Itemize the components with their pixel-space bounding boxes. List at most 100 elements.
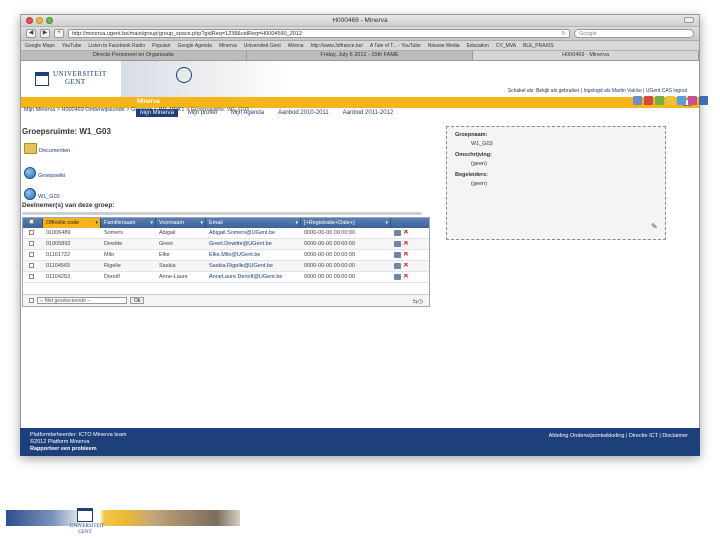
select-all-header-checkbox[interactable] [29,219,34,224]
table-cell: Denolf [104,274,120,280]
column-header[interactable]: Voornaam ▾ [156,218,206,228]
delete-icon[interactable]: ✕ [403,263,409,269]
column-header[interactable]: Officiële code ▾ [43,218,101,228]
site-name[interactable]: Minerva [137,99,160,105]
building-icon [35,72,49,86]
search-input[interactable]: Google [574,29,694,38]
header-checkbox-cell[interactable] [23,218,43,228]
table-row: 01005892 Dewitte Greet Greet.Dewitte@UGent.… [23,239,429,250]
row-checkbox[interactable] [29,229,34,235]
delete-icon[interactable]: ✕ [403,230,409,236]
link-groupwiki[interactable]: Groepswiki [24,167,65,179]
bookmark-item[interactable]: YouTube [62,43,82,49]
sort-icon[interactable]: ▾ [95,218,98,228]
export-icon[interactable]: ⇆◷ [413,298,423,305]
breadcrumb-item[interactable]: Groepen [131,107,152,113]
back-icon[interactable]: ◀ [26,29,36,38]
table-cell: 0000-00-00 00:00:00 [304,241,356,247]
delete-icon[interactable]: ✕ [403,274,409,280]
info-icon[interactable] [699,96,708,105]
group-info-panel: Groepnaam: W1_G03 Omschrijving: (geen) B… [446,126,666,240]
bookmark-item[interactable]: Universiteit Gent [244,43,281,49]
window-title: H000469 - Minerva [332,17,388,24]
table-cell: 01104565 [46,263,71,269]
delete-icon[interactable]: ✕ [403,241,409,247]
stats-icon[interactable] [655,96,664,105]
delete-icon[interactable]: ✕ [403,252,409,258]
toolbar-toggle-icon[interactable] [684,17,694,23]
divider [22,212,422,215]
edit-icon[interactable]: ✎ [651,223,658,231]
members-title: Deelnemer(s) van deze groep: [22,202,115,209]
edit-user-icon[interactable] [394,230,401,236]
sort-icon[interactable]: ▾ [295,218,298,228]
browser-tab[interactable]: H000469 - Minerva [473,51,699,60]
edit-user-icon[interactable] [394,252,401,258]
bookmark-item[interactable]: BLE_PRAXIS [523,43,554,49]
sort-icon[interactable]: ▾ [200,218,203,228]
calendar-icon[interactable] [633,96,642,105]
breadcrumb-item[interactable]: Mijn Minerva [24,107,55,113]
row-checkbox[interactable] [29,273,34,279]
bookmark-item[interactable]: Nieuwe Media [428,43,460,49]
row-checkbox[interactable] [29,251,34,257]
column-header[interactable]: Familienaam ▾ [101,218,156,228]
bookmark-item[interactable]: Athena [288,43,304,49]
edit-user-icon[interactable] [394,274,401,280]
sort-icon[interactable]: ▾ [150,218,153,228]
link-documents[interactable]: Documenten [24,143,70,154]
address-bar[interactable]: http://minerva.ugent.be/main/group/group… [68,29,570,38]
table-row: 01101722 Milo Elke Elke.Milo@UGent.be 0000-0… [23,250,429,261]
row-actions: ✕ [391,230,409,236]
report-problem-link[interactable]: Rapporteer een probleem [30,446,690,453]
people-icon[interactable] [688,96,697,105]
email-link[interactable]: Elke.Milo@UGent.be [206,252,301,258]
link-group-wiki-page[interactable]: W1_G03 [24,188,60,200]
forward-icon[interactable]: ▶ [40,29,50,38]
row-checkbox[interactable] [29,262,34,268]
breadcrumb-item[interactable]: H000469 Onderwijskunde [61,107,124,113]
select-all-checkbox[interactable] [29,298,34,303]
ugent-logo[interactable]: UNIVERSITEIT GENT [35,66,117,92]
bookmark-item[interactable]: Minerva [219,43,237,49]
header-banner [121,61,291,97]
email-link[interactable]: Abigail.Somers@UGent.be [206,230,301,236]
sort-icon[interactable]: ▾ [385,218,388,228]
table-header: Officiële code ▾ Familienaam ▾ Voornaam ▾ Emai… [23,218,429,228]
edit-user-icon[interactable] [394,263,401,269]
table-cell: Abigail [159,230,176,236]
user-links[interactable]: Ingelogd als Martin Valcke | UGent CAS l… [584,88,687,94]
notes-icon[interactable] [666,96,675,105]
help-icon[interactable] [677,96,686,105]
column-header[interactable]: [+Registratie+Date+] ▾ [301,218,391,228]
bookmark-item[interactable]: Populair [152,43,170,49]
add-bookmark-icon[interactable]: + [54,29,64,38]
pdf-icon[interactable] [644,96,653,105]
bookmark-item[interactable]: Education [467,43,489,49]
nav-item[interactable]: Aanbod 2010-2011 [274,109,333,117]
bookmark-item[interactable]: Google Maps [25,43,55,49]
footer-links[interactable]: Afdeling Onderwijsontwikkeling | Directi… [549,433,688,439]
breadcrumb-item[interactable]: W1_PRK1 [159,107,185,113]
reload-icon[interactable]: ↻ [561,30,566,37]
column-header[interactable]: Email ▾ [206,218,301,228]
bookmark-item[interactable]: CV_MVA [496,43,516,49]
edit-user-icon[interactable] [394,241,401,247]
bookmark-item[interactable]: Listen to Facebook Radio [88,43,145,49]
ok-button[interactable]: Ok [130,297,145,304]
browser-tab[interactable]: Directe Personeel en Organisatie [21,51,247,60]
bulk-action-select[interactable]: -- Met geselecteerde -- [37,297,127,304]
row-actions: ✕ [391,241,409,247]
bookmark-item[interactable]: Google Agenda [177,43,211,49]
globe-icon [24,167,36,179]
email-link[interactable]: Greet.Dewitte@UGent.be [206,241,301,247]
row-actions: ✕ [391,274,409,280]
bookmark-item[interactable]: http://www.3dfrance.be/ [311,43,363,49]
browser-tab[interactable]: Friday, July 6 2012 - 15th FAME [247,51,473,60]
row-checkbox[interactable] [29,240,34,246]
email-link[interactable]: Saskia.Rigelle@UGent.be [206,263,301,269]
bookmark-item[interactable]: A Tale of T... - YouTube [370,43,421,49]
email-link[interactable]: AnneLaure.Denolf@UGent.be [206,274,301,280]
nav-item[interactable]: Aanbod 2011-2012 [339,109,398,117]
building-icon [77,508,93,522]
